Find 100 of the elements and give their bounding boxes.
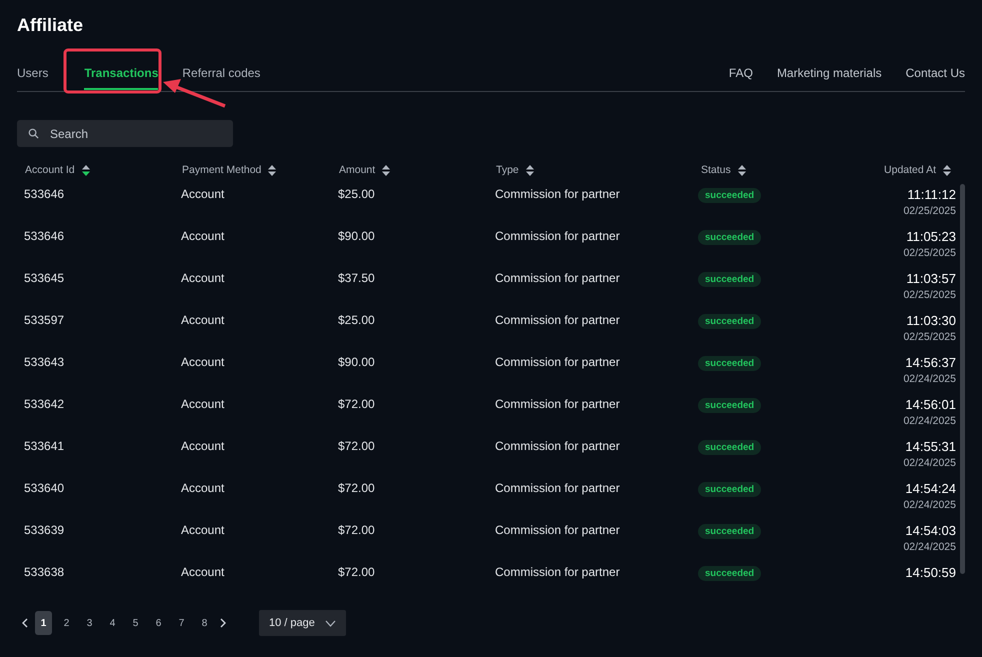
table-cell: Account bbox=[181, 565, 224, 579]
next-page-icon[interactable] bbox=[219, 618, 227, 628]
status-badge: succeeded bbox=[698, 356, 762, 371]
search-icon bbox=[28, 128, 39, 139]
page-button[interactable]: 3 bbox=[81, 611, 98, 635]
status-badge: succeeded bbox=[698, 398, 762, 413]
sort-icon[interactable] bbox=[738, 164, 746, 176]
column-header[interactable]: Type bbox=[496, 164, 519, 176]
table-cell: Commission for partner bbox=[495, 565, 620, 579]
table-cell: $72.00 bbox=[338, 523, 375, 537]
table-cell: Account bbox=[181, 229, 224, 243]
table-cell: 533640 bbox=[24, 481, 64, 495]
nav-link[interactable]: Marketing materials bbox=[776, 58, 882, 90]
date-text: 02/24/2025 bbox=[903, 499, 956, 511]
table-cell: $72.00 bbox=[338, 565, 375, 579]
scrollbar[interactable] bbox=[960, 184, 965, 574]
table-cell: 533642 bbox=[24, 397, 64, 411]
tab[interactable]: Referral codes bbox=[182, 58, 260, 90]
table-cell: Commission for partner bbox=[495, 355, 620, 369]
nav-link[interactable]: Contact Us bbox=[906, 58, 965, 90]
time-text: 14:56:37 bbox=[905, 355, 956, 370]
table-cell: Account bbox=[181, 271, 224, 285]
page-title: Affiliate bbox=[17, 14, 84, 37]
table-cell: $25.00 bbox=[338, 187, 375, 201]
sort-icon[interactable] bbox=[82, 164, 90, 176]
table-cell: Account bbox=[181, 481, 224, 495]
table-cell: Commission for partner bbox=[495, 439, 620, 453]
date-text: 02/24/2025 bbox=[903, 415, 956, 427]
sort-icon[interactable] bbox=[382, 164, 390, 176]
column-header[interactable]: Status bbox=[701, 164, 731, 176]
table-cell: 533641 bbox=[24, 439, 64, 453]
table-cell: 533639 bbox=[24, 523, 64, 537]
sort-icon[interactable] bbox=[526, 164, 534, 176]
table-cell: $72.00 bbox=[338, 481, 375, 495]
table-cell: Commission for partner bbox=[495, 187, 620, 201]
status-badge: succeeded bbox=[698, 314, 762, 329]
date-text: 02/24/2025 bbox=[903, 541, 956, 553]
sort-icon[interactable] bbox=[268, 164, 276, 176]
table-cell: Account bbox=[181, 313, 224, 327]
status-badge: succeeded bbox=[698, 272, 762, 287]
column-header[interactable]: Amount bbox=[339, 164, 376, 176]
table-cell: 533646 bbox=[24, 229, 64, 243]
table-cell: $37.50 bbox=[338, 271, 375, 285]
page-button[interactable]: 5 bbox=[127, 611, 144, 635]
time-text: 14:55:31 bbox=[905, 439, 956, 454]
table-cell: Account bbox=[181, 187, 224, 201]
time-text: 11:11:12 bbox=[907, 187, 956, 202]
time-text: 14:56:01 bbox=[905, 397, 956, 412]
page-button[interactable]: 8 bbox=[196, 611, 213, 635]
page-button[interactable]: 1 bbox=[35, 611, 52, 635]
table-cell: Commission for partner bbox=[495, 313, 620, 327]
table-cell: 533645 bbox=[24, 271, 64, 285]
table-cell: $25.00 bbox=[338, 313, 375, 327]
time-text: 11:05:23 bbox=[906, 229, 956, 244]
time-text: 11:03:30 bbox=[906, 313, 956, 328]
column-header[interactable]: Payment Method bbox=[182, 164, 262, 176]
page-button[interactable]: 4 bbox=[104, 611, 121, 635]
table-cell: $90.00 bbox=[338, 229, 375, 243]
sort-icon[interactable] bbox=[943, 164, 951, 176]
table-cell: Account bbox=[181, 439, 224, 453]
page-button[interactable]: 7 bbox=[173, 611, 190, 635]
table-cell: Commission for partner bbox=[495, 481, 620, 495]
date-text: 02/25/2025 bbox=[903, 289, 956, 301]
date-text: 02/25/2025 bbox=[903, 247, 956, 259]
time-text: 14:50:59 bbox=[905, 565, 956, 580]
status-badge: succeeded bbox=[698, 524, 762, 539]
table-cell: Commission for partner bbox=[495, 271, 620, 285]
table-cell: $72.00 bbox=[338, 439, 375, 453]
previous-page-icon[interactable] bbox=[21, 618, 29, 628]
date-text: 02/24/2025 bbox=[903, 373, 956, 385]
date-text: 02/24/2025 bbox=[903, 457, 956, 469]
column-header[interactable]: Updated At bbox=[884, 164, 936, 176]
table-cell: Account bbox=[181, 523, 224, 537]
table-cell: Commission for partner bbox=[495, 229, 620, 243]
time-text: 14:54:03 bbox=[905, 523, 956, 538]
table-cell: $72.00 bbox=[338, 397, 375, 411]
table-cell: $90.00 bbox=[338, 355, 375, 369]
table-cell: 533638 bbox=[24, 565, 64, 579]
status-badge: succeeded bbox=[698, 482, 762, 497]
column-header[interactable]: Account Id bbox=[25, 164, 75, 176]
status-badge: succeeded bbox=[698, 230, 762, 245]
date-text: 02/25/2025 bbox=[903, 331, 956, 343]
nav-link[interactable]: FAQ bbox=[728, 58, 753, 90]
time-text: 11:03:57 bbox=[906, 271, 956, 286]
table-cell: Account bbox=[181, 355, 224, 369]
page-button[interactable]: 6 bbox=[150, 611, 167, 635]
search-field[interactable]: Search bbox=[17, 120, 233, 147]
status-badge: succeeded bbox=[698, 566, 762, 581]
page-button[interactable]: 2 bbox=[58, 611, 75, 635]
page-size-dropdown[interactable]: 10 / page bbox=[259, 610, 346, 636]
time-text: 14:54:24 bbox=[905, 481, 956, 496]
tab[interactable]: Users bbox=[17, 58, 48, 90]
caret-icon bbox=[324, 620, 336, 626]
status-badge: succeeded bbox=[698, 188, 762, 203]
date-text: 02/25/2025 bbox=[903, 205, 956, 217]
table-cell: Commission for partner bbox=[495, 523, 620, 537]
table-cell: 533643 bbox=[24, 355, 64, 369]
table-cell: Account bbox=[181, 397, 224, 411]
table-cell: Commission for partner bbox=[495, 397, 620, 411]
table-cell: 533597 bbox=[24, 313, 64, 327]
